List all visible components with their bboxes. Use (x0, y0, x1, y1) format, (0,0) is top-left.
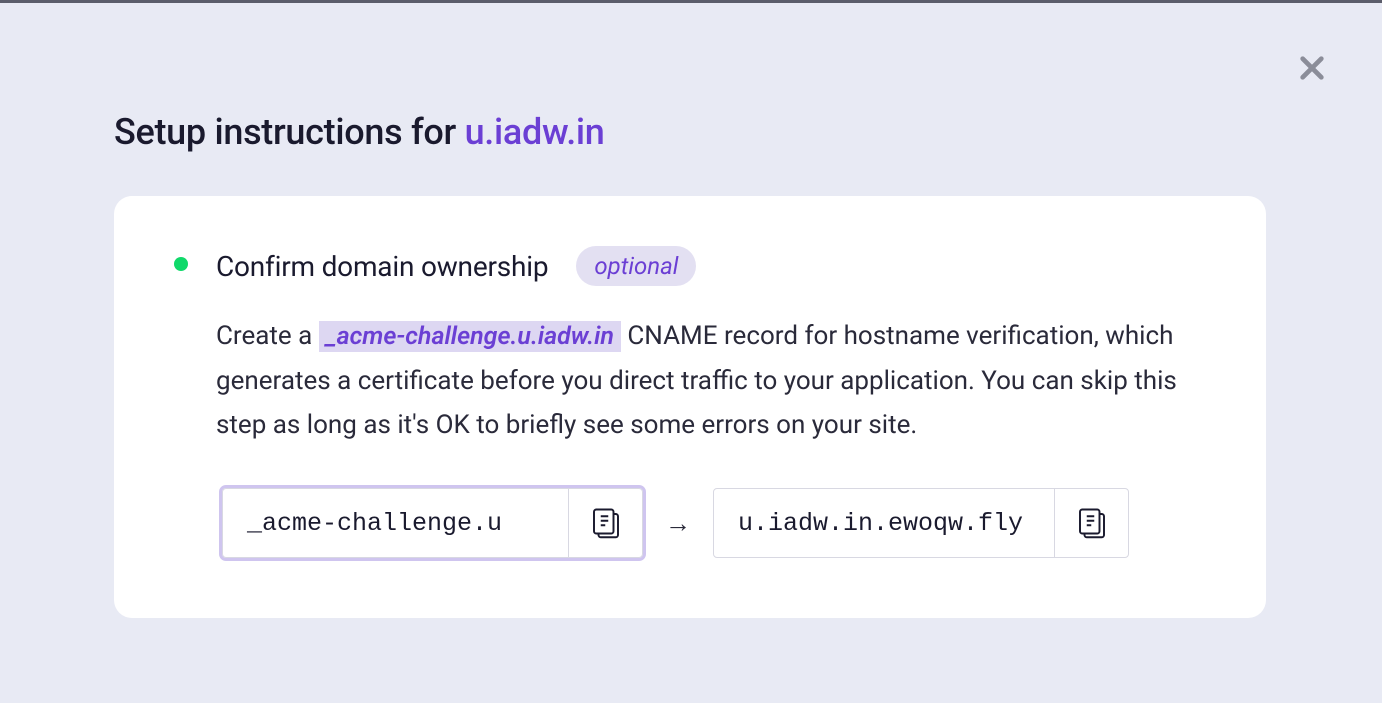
arrow-icon: → (661, 508, 695, 539)
dns-target-value[interactable]: u.iadw.in.ewoqw.fly (714, 509, 1054, 538)
copy-icon (1074, 505, 1110, 541)
dns-record-row: _acme-challenge.u → u.iadw.in.ewoqw.fly (222, 488, 1206, 558)
step-title: Confirm domain ownership (216, 250, 548, 283)
instruction-card: Confirm domain ownership optional Create… (114, 196, 1266, 618)
page-title: Setup instructions for u.iadw.in (114, 111, 605, 153)
dns-target-box: u.iadw.in.ewoqw.fly (713, 488, 1129, 558)
dns-source-box: _acme-challenge.u (222, 488, 643, 558)
description-text-pre: Create a (216, 321, 319, 351)
step-description: Create a _acme-challenge.u.iadw.in CNAME… (216, 314, 1206, 448)
inline-hostname-code: _acme-challenge.u.iadw.in (319, 321, 621, 352)
optional-badge: optional (576, 246, 696, 286)
close-button[interactable] (1292, 48, 1332, 88)
status-indicator-dot (174, 257, 188, 271)
copy-icon (588, 505, 624, 541)
page-title-prefix: Setup instructions for (114, 111, 465, 153)
copy-target-button[interactable] (1054, 489, 1128, 557)
page-title-domain: u.iadw.in (465, 111, 605, 153)
step-header: Confirm domain ownership optional (174, 246, 1206, 286)
copy-source-button[interactable] (568, 489, 642, 557)
dns-source-value[interactable]: _acme-challenge.u (223, 509, 568, 538)
